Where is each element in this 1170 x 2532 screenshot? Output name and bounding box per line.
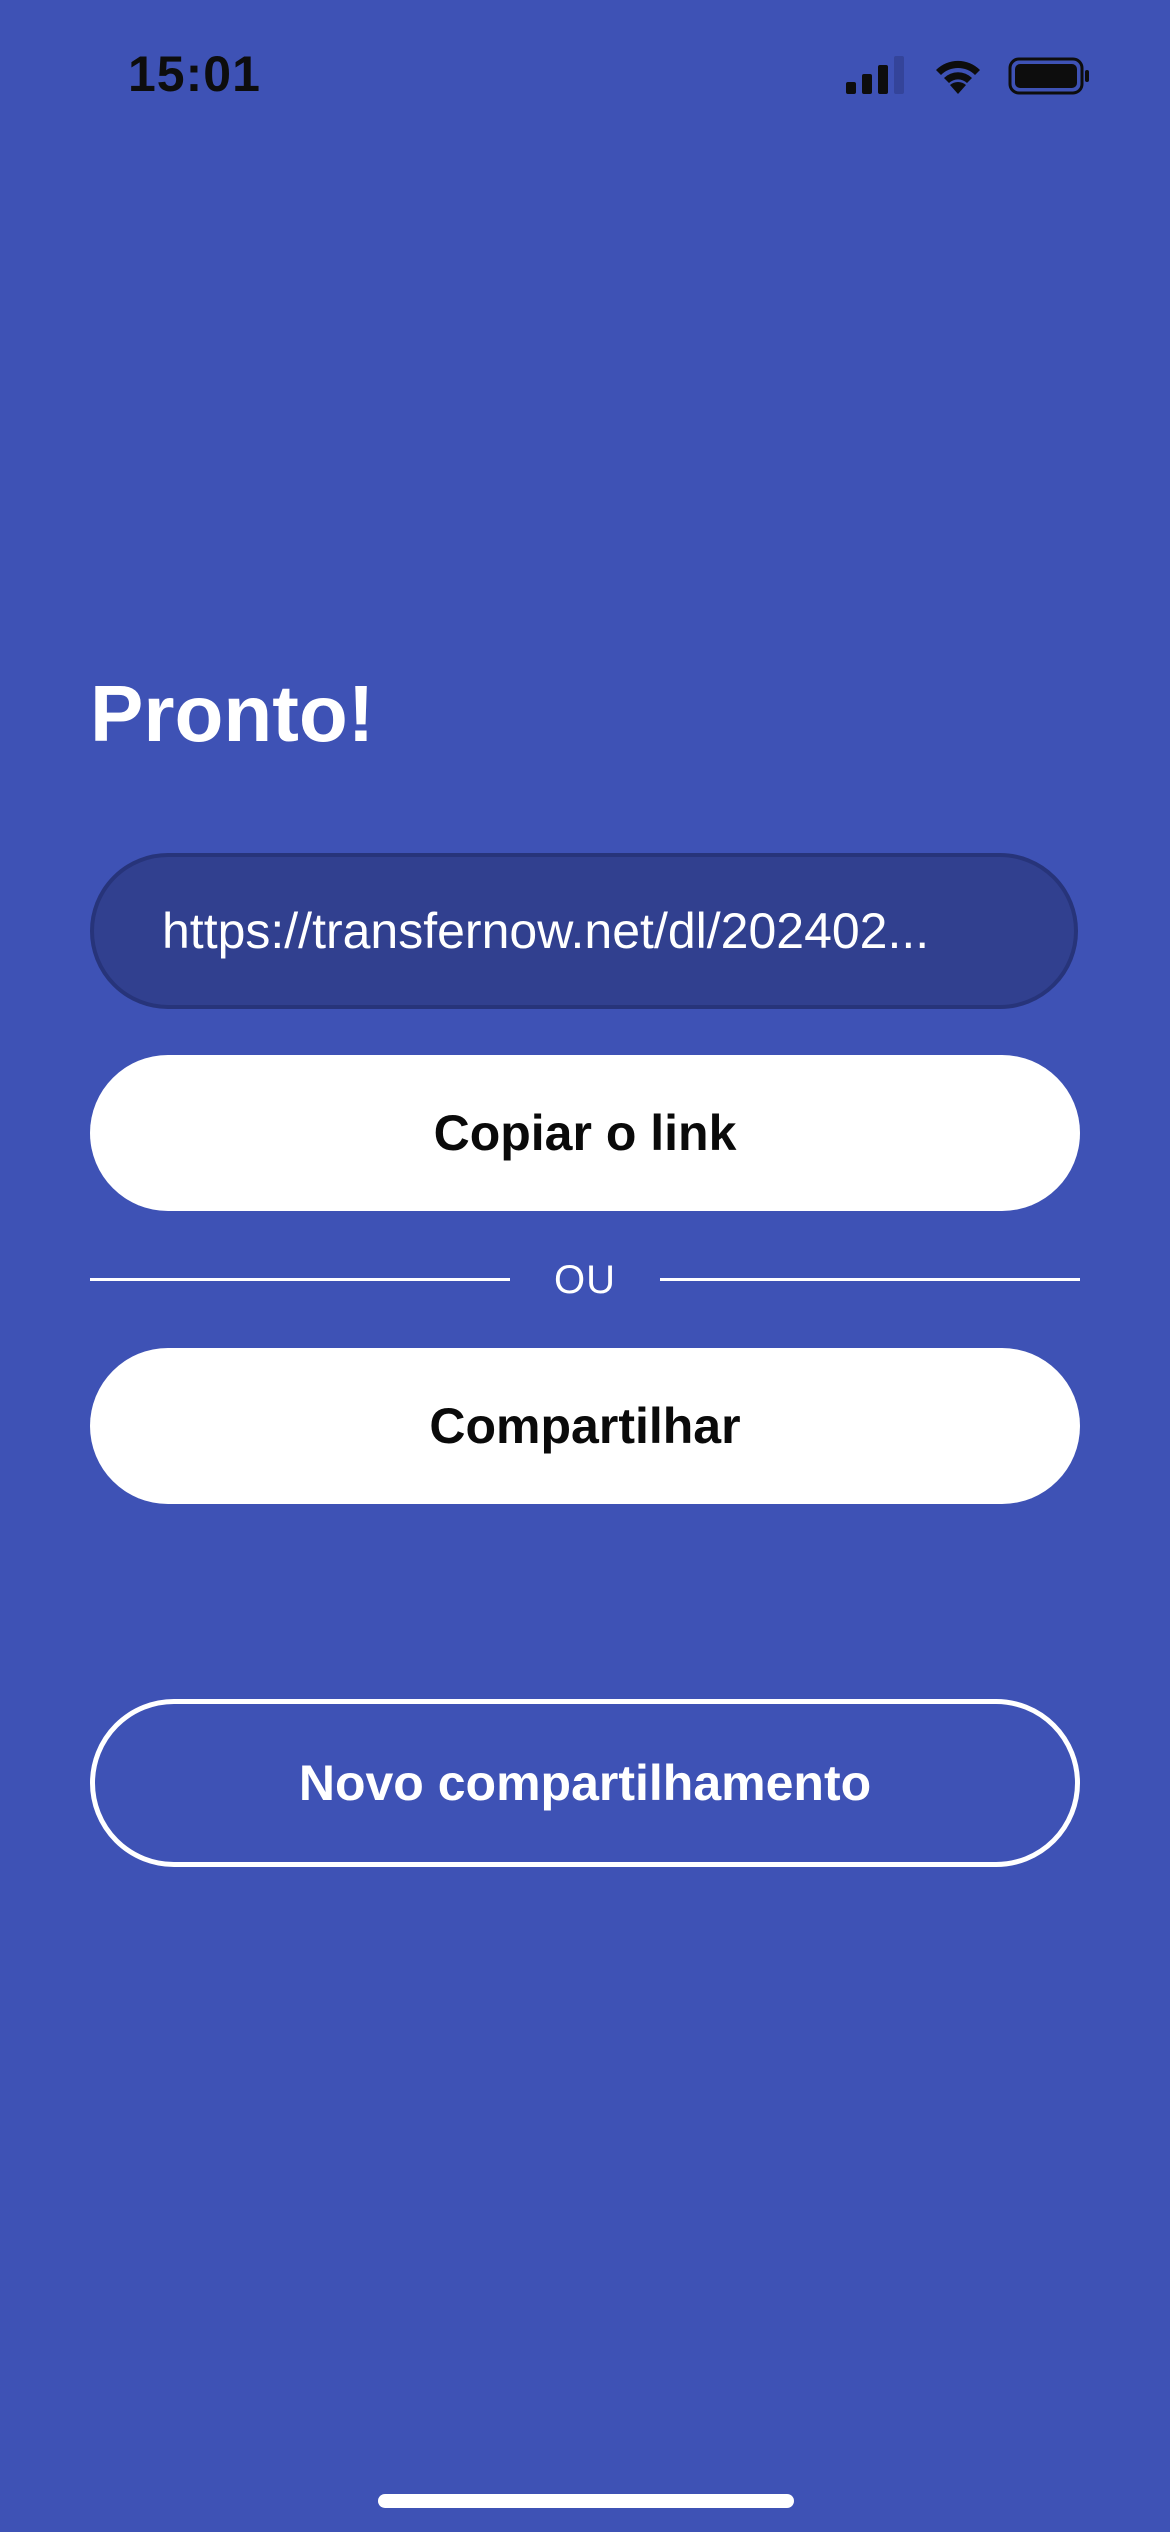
home-indicator[interactable] xyxy=(378,2494,794,2508)
share-link-text: https://transfernow.net/dl/202402... xyxy=(162,903,930,959)
status-time: 15:01 xyxy=(128,46,261,102)
wifi-icon xyxy=(936,60,980,94)
status-icons xyxy=(846,56,1092,96)
battery-icon xyxy=(1008,57,1089,95)
share-button[interactable]: Compartilhar xyxy=(90,1348,1080,1504)
or-divider: OU xyxy=(90,1250,1080,1310)
divider-line-right xyxy=(660,1278,1080,1281)
cellular-signal-icon xyxy=(846,56,904,94)
page-title: Pronto! xyxy=(90,669,375,758)
copy-link-button[interactable]: Copiar o link xyxy=(90,1055,1080,1211)
status-bar: 15:01 xyxy=(0,0,1170,150)
new-share-button[interactable]: Novo compartilhamento xyxy=(90,1699,1080,1867)
share-link-field[interactable]: https://transfernow.net/dl/202402... xyxy=(90,853,1078,1009)
